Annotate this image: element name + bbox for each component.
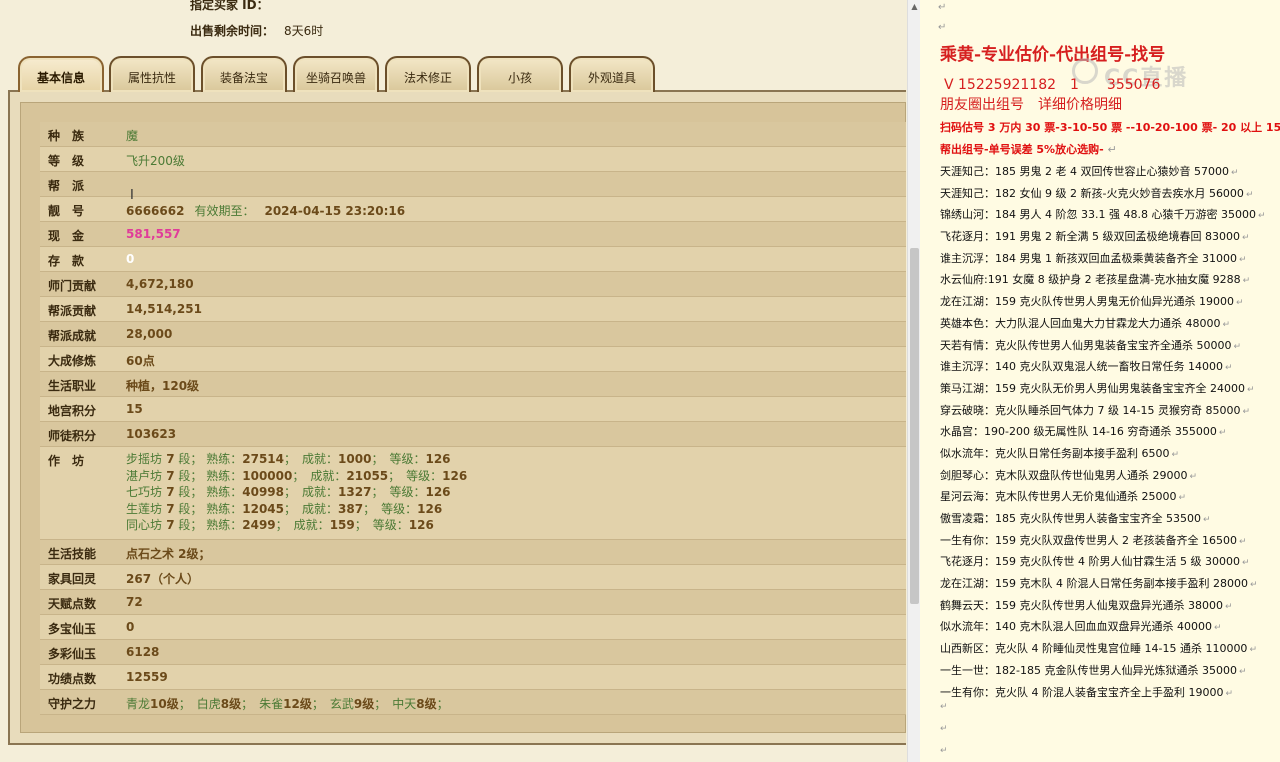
return-mark-icon: ↵ [938,22,947,33]
row-school-contrib: 师门贡献 4,672,180 [40,272,906,297]
doc-phone: V 15225921182 1 355076 [944,77,1161,93]
listing-line: 似水流年：140 克木队混人回血血双盘异光通杀 40000 ↵ [940,620,1222,634]
tab-basic-info[interactable]: 基本信息 [18,56,104,92]
listing-line: 鹤舞云天：159 克火队传世男人仙鬼双盘异光通杀 38000 ↵ [940,598,1233,612]
tab-appearance[interactable]: 外观道具 [569,56,655,92]
tab-mounts-pets[interactable]: 坐骑召唤兽 [293,56,379,92]
game-panel: 指定买家 ID： 出售剩余时间： 8天6时 基本信息 属性抗性 装备法宝 坐骑召唤… [0,0,907,762]
doc-pricing: 扫码估号 3 万内 30 票-3-10-50 票 --10-20-100 票- … [940,121,1280,134]
workshop-line: 同心坊 7 段； 熟练：2499； 成就：159； 等级：126 [126,518,434,532]
row-faction-achieve: 帮派成就 28,000 [40,322,906,347]
tab-attributes[interactable]: 属性抗性 [109,56,195,92]
listing-line: 傲雪凌霜：185 克火队传世男人装备宝宝齐全 53500 ↵ [940,512,1211,525]
scrollbar[interactable]: ▲ [907,0,920,762]
listing-line: 英雄本色：大力队混人回血鬼大力甘霖龙大力通杀 48000 ↵ [940,316,1231,330]
listing-line: 山西新区：克火队 4 阶睡仙灵性鬼宫位睡 14-15 通杀 110000 ↵ [940,642,1257,656]
return-mark-icon: ↵ [940,724,948,734]
scroll-thumb[interactable] [910,248,919,604]
listing-line: 锦绣山河：184 男人 4 阶忽 33.1 强 48.8 心猿千万游密 3500… [940,208,1266,222]
basic-info-table: 种 族魔 等 级飞升200级 帮 派 靓 号 6666662 有效期至： 2024-0… [40,122,906,715]
document-panel: ↵ ↵ 乘黄-专业估价-代出组号-找号 CC直播 V 15225921182 1… [920,0,1280,762]
workshop-line: 七巧坊 7 段； 熟练：40998； 成就：1327； 等级：126 [126,485,451,499]
tab-equipment[interactable]: 装备法宝 [201,56,287,92]
sale-time-label: 出售剩余时间： [190,24,275,38]
sale-time-value: 8天6时 [284,24,324,38]
row-palace-points: 地宫积分 15 [40,397,906,422]
listing-line: 飞花逐月：191 男鬼 2 新全满 5 级双回孟极绝境春回 83000 ↵ [940,230,1250,244]
workshop-line: 湛卢坊 7 段； 熟练：100000； 成就：21055； 等级：126 [126,468,468,483]
listing-line: 星河云海：克木队传世男人无价鬼仙通杀 25000 ↵ [940,490,1187,504]
tab-children[interactable]: 小孩 [477,56,563,92]
row-workshops: 作 坊 步摇坊 7 段； 熟练：27514； 成就：1000； 等级：126 湛卢… [40,447,906,540]
doc-moments: 朋友圈出组号 详细价格明细 [940,97,1122,113]
row-level: 等 级飞升200级 [40,147,906,172]
listing-line: 龙在江湖：159 克火队传世男人男鬼无价仙异光通杀 19000 ↵ [940,295,1244,309]
return-mark-icon: ↵ [940,746,948,756]
listing-line: 龙在江湖：159 克木队 4 阶混人日常任务副本接手盈利 28000 ↵ [940,577,1258,591]
row-id: 靓 号 6666662 有效期至： 2024-04-15 23:20:16 [40,197,906,222]
buyer-id-line: 指定买家 ID： [190,0,269,13]
listing-line: 水云仙府:191 女魔 8 级护身 2 老孩星盘满-克水抽女魔 9288 ↵ [940,273,1251,287]
text-cursor-icon: I [130,188,134,203]
tab-bar: 基本信息 属性抗性 装备法宝 坐骑召唤兽 法术修正 小孩 外观道具 [16,56,896,92]
return-mark-icon: ↵ [940,702,948,712]
row-duobao: 多宝仙玉 0 [40,615,906,640]
listing-line: 天涯知己：182 女仙 9 级 2 新孩-火克火妙音去疾水月 56000 ↵ [940,186,1254,200]
row-practice: 大成修炼 60点 [40,347,906,372]
account-listings: 天涯知己：185 男鬼 2 老 4 双回传世容止心猿妙音 57000 ↵ 天涯知己：… [940,161,1280,703]
listing-line: 策马江湖：159 克火队无价男人男仙男鬼装备宝宝齐全 24000 ↵ [940,381,1255,395]
row-furniture: 家具回灵 267（个人） [40,565,906,590]
row-faction-contrib: 帮派贡献 14,514,251 [40,297,906,322]
row-duocai: 多彩仙玉 6128 [40,640,906,665]
row-talent: 天赋点数 72 [40,590,906,615]
row-faction: 帮 派 [40,172,906,197]
listing-line: 天涯知己：185 男鬼 2 老 4 双回传世容止心猿妙音 57000 ↵ [940,165,1239,178]
return-mark-icon: ↵ [938,2,947,13]
listing-line: 飞花逐月：159 克火队传世 4 阶男人仙甘霖生活 5 级 30000 ↵ [940,555,1250,569]
listing-line: 剑胆琴心：克木队双盘队传世仙鬼男人通杀 29000 ↵ [940,468,1198,482]
buyer-id-label: 指定买家 ID： [190,0,269,12]
listing-line: 水晶宫：190-200 级无属性队 14-16 穷奇通杀 355000 ↵ [940,425,1227,439]
tab-spell-mods[interactable]: 法术修正 [385,56,471,92]
row-guardian: 守护之力 青龙10级； 白虎8级； 朱雀12级； 玄武9级； 中天8级； [40,690,906,715]
workshop-line: 步摇坊 7 段； 熟练：27514； 成就：1000； 等级：126 [126,452,451,466]
listing-line: 一生有你：克火队 4 阶混人装备宝宝齐全上手盈利 19000 ↵ [940,685,1234,699]
listing-line: 谁主沉浮：184 男鬼 1 新孩双回血孟极乘黄装备齐全 31000 ↵ [940,251,1247,265]
row-life-skill: 生活技能 点石之术 2级； [40,540,906,565]
row-mentor-points: 师徒积分 103623 [40,422,906,447]
workshop-line: 生莲坊 7 段； 熟练：12045； 成就：387； 等级：126 [126,501,443,516]
row-cash: 现 金 581,557 [40,222,906,247]
row-race: 种 族魔 [40,122,906,147]
listing-line: 天若有情：克火队传世男人仙男鬼装备宝宝齐全通杀 50000 ↵ [940,338,1242,352]
row-life-job: 生活职业 种植，120级 [40,372,906,397]
listing-line: 谁主沉浮：140 克火队双鬼混人统一畜牧日常任务 14000 ↵ [940,360,1233,374]
listing-line: 似水流年：克火队日常任务副本接手盈利 6500 ↵ [940,446,1180,460]
row-merit: 功绩点数 12559 [40,665,906,690]
doc-pricing-note: 帮出组号-单号误差 5%放心选购- ↵ [940,143,1117,156]
sale-time-line: 出售剩余时间： 8天6时 [190,22,323,39]
guardian-values: 青龙10级； 白虎8级； 朱雀12级； 玄武9级； 中天8级； [126,697,455,711]
listing-line: 一生有你：159 克火队双盘传世男人 2 老孩装备齐全 16500 ↵ [940,533,1247,547]
listing-line: 穿云破晓：克火队睡杀回气体力 7 级 14-15 灵猴穷奇 85000 ↵ [940,403,1250,417]
row-deposit: 存 款0 [40,247,906,272]
listing-line: 一生一世：182-185 克金队传世男人仙异光炼狱通杀 35000 ↵ [940,663,1247,677]
